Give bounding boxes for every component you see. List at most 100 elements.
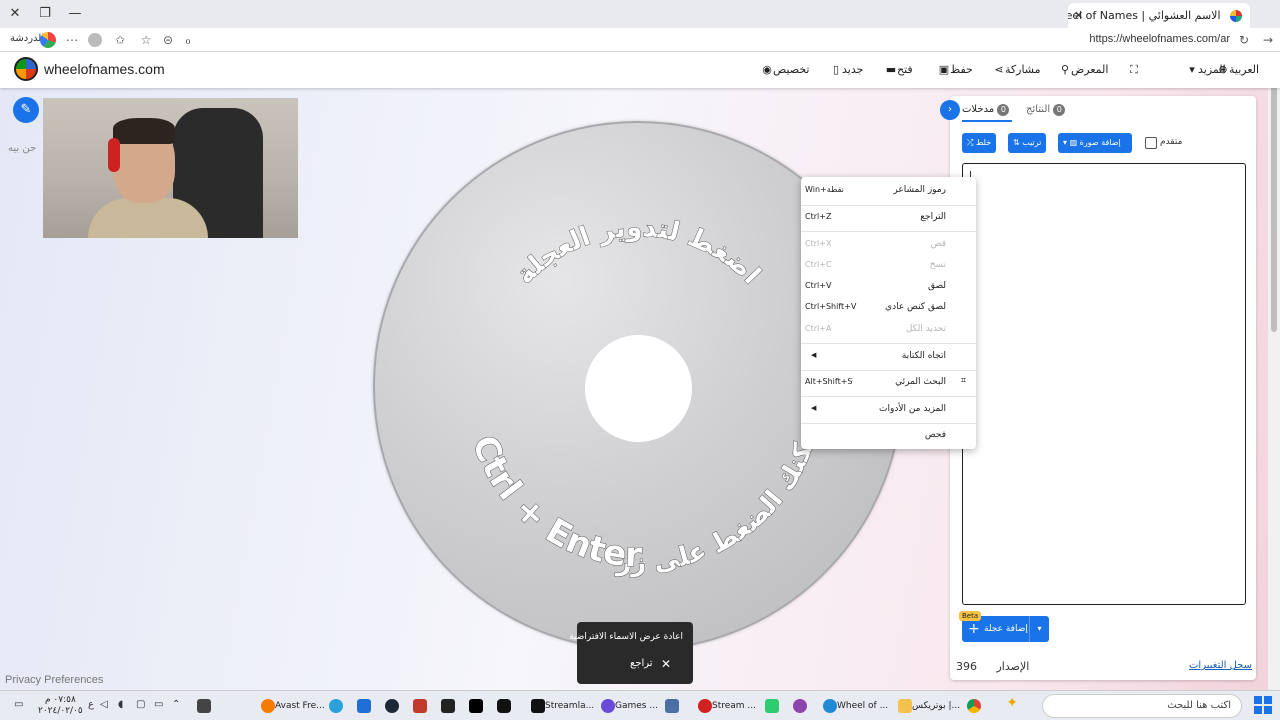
globe-icon: ⊕ xyxy=(1218,63,1228,76)
add-wheel-dropdown-icon[interactable]: ▾ xyxy=(1029,616,1049,642)
changelog-link[interactable]: سجل التغييرات xyxy=(1189,660,1252,671)
notification-icon[interactable]: ▭ xyxy=(14,699,23,710)
tab-results[interactable]: النتائج 0 xyxy=(1026,104,1068,116)
ctx-paste[interactable]: لصق Ctrl+V xyxy=(801,277,976,297)
nav-new[interactable]: ▯ جديد xyxy=(826,63,863,76)
image-icon: ▨ xyxy=(1069,138,1080,147)
copilot-sparkle-icon[interactable]: ✦ xyxy=(1006,695,1018,711)
taskbar-app-2[interactable]: Wheel of ... xyxy=(820,696,888,716)
version-label: الإصدار xyxy=(996,660,1030,673)
window-minimize-icon[interactable]: — xyxy=(64,4,86,24)
visual-search-icon: ⌗ xyxy=(960,376,966,386)
nav-save[interactable]: ▣حفظ xyxy=(934,63,973,76)
microphone-icon[interactable]: ◖ xyxy=(118,699,123,710)
ctx-visual-search[interactable]: البحث المرئي Alt+Shift+S ⌗ xyxy=(801,373,976,393)
network-icon[interactable]: ▭ xyxy=(154,699,163,710)
app-icon xyxy=(357,698,371,713)
taskbar-app-dark[interactable] xyxy=(438,696,455,716)
shuffle-button[interactable]: ⤮ خلط xyxy=(962,133,997,153)
taskbar-app-4[interactable]: Games ... xyxy=(598,696,658,716)
snackbar-close-icon[interactable]: ✕ xyxy=(661,657,671,671)
entries-count-badge: 0 xyxy=(997,104,1010,116)
page-scrollbar[interactable] xyxy=(1268,52,1280,690)
advanced-checkbox[interactable] xyxy=(1145,137,1157,149)
nav-share[interactable]: ⋖مشاركة xyxy=(989,63,1040,76)
more-icon[interactable]: ⋯ xyxy=(64,32,80,48)
fullscreen-icon: ⛶ xyxy=(1130,63,1138,76)
taskbar-app-green[interactable] xyxy=(762,696,779,716)
profile-avatar-icon[interactable] xyxy=(88,33,102,47)
ctx-more-tools[interactable]: المزيد من الأدوات ◀ xyxy=(801,400,976,420)
favorites-icon[interactable]: ☆ xyxy=(138,32,154,48)
add-image-button[interactable]: ▾ ▨ إضافة صورة xyxy=(1058,133,1132,153)
ctx-inspect[interactable]: فحص xyxy=(801,426,976,446)
headphone-shape xyxy=(108,138,120,172)
snackbar-undo-button[interactable]: تراجع xyxy=(630,658,653,669)
ctx-emoji[interactable]: رموز المشاعر Win+نقطة xyxy=(801,181,976,201)
window-restore-icon[interactable]: ❐ xyxy=(34,4,56,24)
wheel-center[interactable] xyxy=(585,335,692,442)
keyboard-language[interactable]: ع xyxy=(88,699,94,710)
taskbar-app-red[interactable] xyxy=(410,696,427,716)
windows-taskbar: اكتب هنا للبحث ✦ ⧉ بوتريكس |... Wheel of… xyxy=(0,690,1280,720)
taskbar-app-x[interactable] xyxy=(194,696,211,716)
caret-down-icon: ▾ xyxy=(1189,63,1195,76)
chevron-up-icon[interactable]: ⌃ xyxy=(172,699,180,710)
scroll-thumb[interactable] xyxy=(1271,62,1277,332)
taskbar-chrome[interactable] xyxy=(964,696,981,716)
url-text[interactable]: https://wheelofnames.com/ar xyxy=(1089,33,1230,45)
window-close-icon[interactable]: ✕ xyxy=(4,4,26,24)
ctx-paste-plain[interactable]: لصق كنص عادي Ctrl+Shift+V xyxy=(801,298,976,318)
tab-title: الاسم العشوائي | Wheel of Names xyxy=(1068,9,1221,22)
taskbar-app-docs[interactable] xyxy=(662,696,679,716)
taskbar-clock[interactable]: ٠٧:٥٨ م ٢٠٢٤/٠٢/٠٥ xyxy=(38,695,83,717)
read-aloud-icon[interactable]: ℴ xyxy=(180,32,196,48)
version-number: 396 xyxy=(956,660,977,673)
app-available-icon[interactable]: ⊝ xyxy=(160,32,176,48)
streamlabs-icon xyxy=(531,698,545,713)
nav-gallery[interactable]: ⚲ المعرض xyxy=(1055,63,1108,76)
display-icon[interactable]: ▢ xyxy=(136,699,145,710)
nav-language[interactable]: ⊕العربية xyxy=(1213,63,1259,76)
edit-icon[interactable]: ✎ xyxy=(13,97,39,123)
tab-close-icon[interactable]: ✕ xyxy=(1074,3,1083,28)
tab-entries[interactable]: مدخلات 0 xyxy=(962,104,1013,122)
taskbar-app-blue[interactable] xyxy=(354,696,371,716)
side-text: حن بيه xyxy=(8,143,37,154)
taskbar-app-1[interactable]: بوتريكس |... xyxy=(895,696,960,716)
privacy-link[interactable]: Privacy Preferences xyxy=(5,674,103,686)
ctx-undo[interactable]: التراجع Ctrl+Z xyxy=(801,208,976,228)
taskbar-tiktok[interactable] xyxy=(494,696,511,716)
taskbar-app-6[interactable]: Avast Fre... xyxy=(258,696,325,716)
taskbar-app-purple[interactable] xyxy=(790,696,807,716)
sort-button[interactable]: ⇅ ترتيب xyxy=(1008,133,1047,153)
panel-collapse-icon[interactable]: › xyxy=(940,100,960,120)
chrome-icon xyxy=(967,698,981,713)
site-logo-icon[interactable] xyxy=(14,57,38,81)
taskbar-telegram[interactable] xyxy=(326,696,343,716)
taskbar-app-5[interactable]: Streamla... xyxy=(528,696,594,716)
fullscreen-button[interactable]: ⛶ xyxy=(1124,63,1140,77)
collections-icon[interactable]: ✩ xyxy=(112,32,128,48)
clock-date: ٢٠٢٤/٠٢/٠٥ xyxy=(38,706,83,716)
new-file-icon: ▯ xyxy=(832,63,840,76)
windows-start-icon[interactable] xyxy=(1254,696,1274,716)
browser-tab[interactable]: الاسم العشوائي | Wheel of Names ✕ xyxy=(1068,3,1250,28)
back-icon[interactable]: → xyxy=(1260,32,1276,48)
copilot-icon[interactable] xyxy=(40,32,56,48)
taskbar-steam[interactable] xyxy=(382,696,399,716)
site-brand[interactable]: wheelofnames.com xyxy=(44,61,165,77)
volume-icon[interactable]: ◁ xyxy=(100,699,108,710)
profile-label[interactable]: الدردشة xyxy=(10,33,44,44)
favicon-icon xyxy=(1230,10,1242,22)
ctx-writing-direction[interactable]: اتجاه الكتابة ◀ xyxy=(801,347,976,367)
nav-open[interactable]: ▬فتح xyxy=(881,63,913,76)
taskbar-app-3[interactable]: Stream ... xyxy=(695,696,756,716)
taskbar-capcut[interactable] xyxy=(466,696,483,716)
taskbar-search[interactable]: اكتب هنا للبحث xyxy=(1042,694,1242,718)
app-icon xyxy=(197,698,211,713)
ctx-select-all: تحديد الكل Ctrl+A xyxy=(805,324,946,334)
entries-textarea[interactable] xyxy=(962,163,1246,605)
nav-customize[interactable]: ◉تخصيص xyxy=(757,63,809,76)
refresh-icon[interactable]: ↻ xyxy=(1236,32,1252,48)
